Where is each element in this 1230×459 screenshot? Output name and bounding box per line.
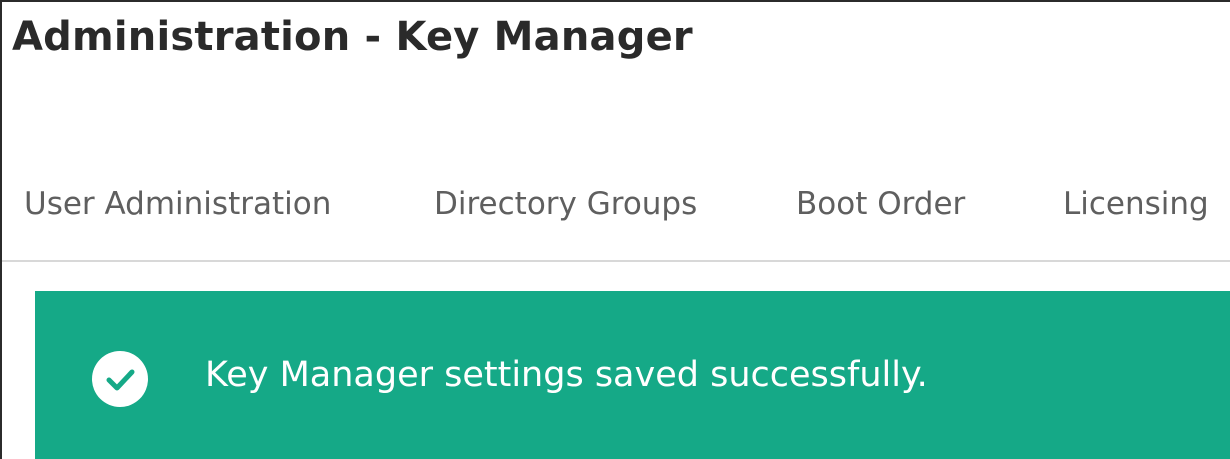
tab-licensing[interactable]: Licensing: [1063, 186, 1209, 222]
tab-user-administration[interactable]: User Administration: [24, 186, 331, 222]
success-message: Key Manager settings saved successfully.: [205, 355, 928, 395]
tab-boot-order[interactable]: Boot Order: [796, 186, 965, 222]
page-title: Administration - Key Manager: [12, 14, 693, 60]
check-circle-icon: [92, 351, 148, 407]
key-manager-page: Administration - Key Manager User Admini…: [0, 0, 1230, 459]
tab-directory-groups[interactable]: Directory Groups: [434, 186, 697, 222]
admin-tab-bar: User Administration Directory Groups Boo…: [2, 178, 1230, 262]
success-alert: Key Manager settings saved successfully.: [35, 291, 1230, 459]
